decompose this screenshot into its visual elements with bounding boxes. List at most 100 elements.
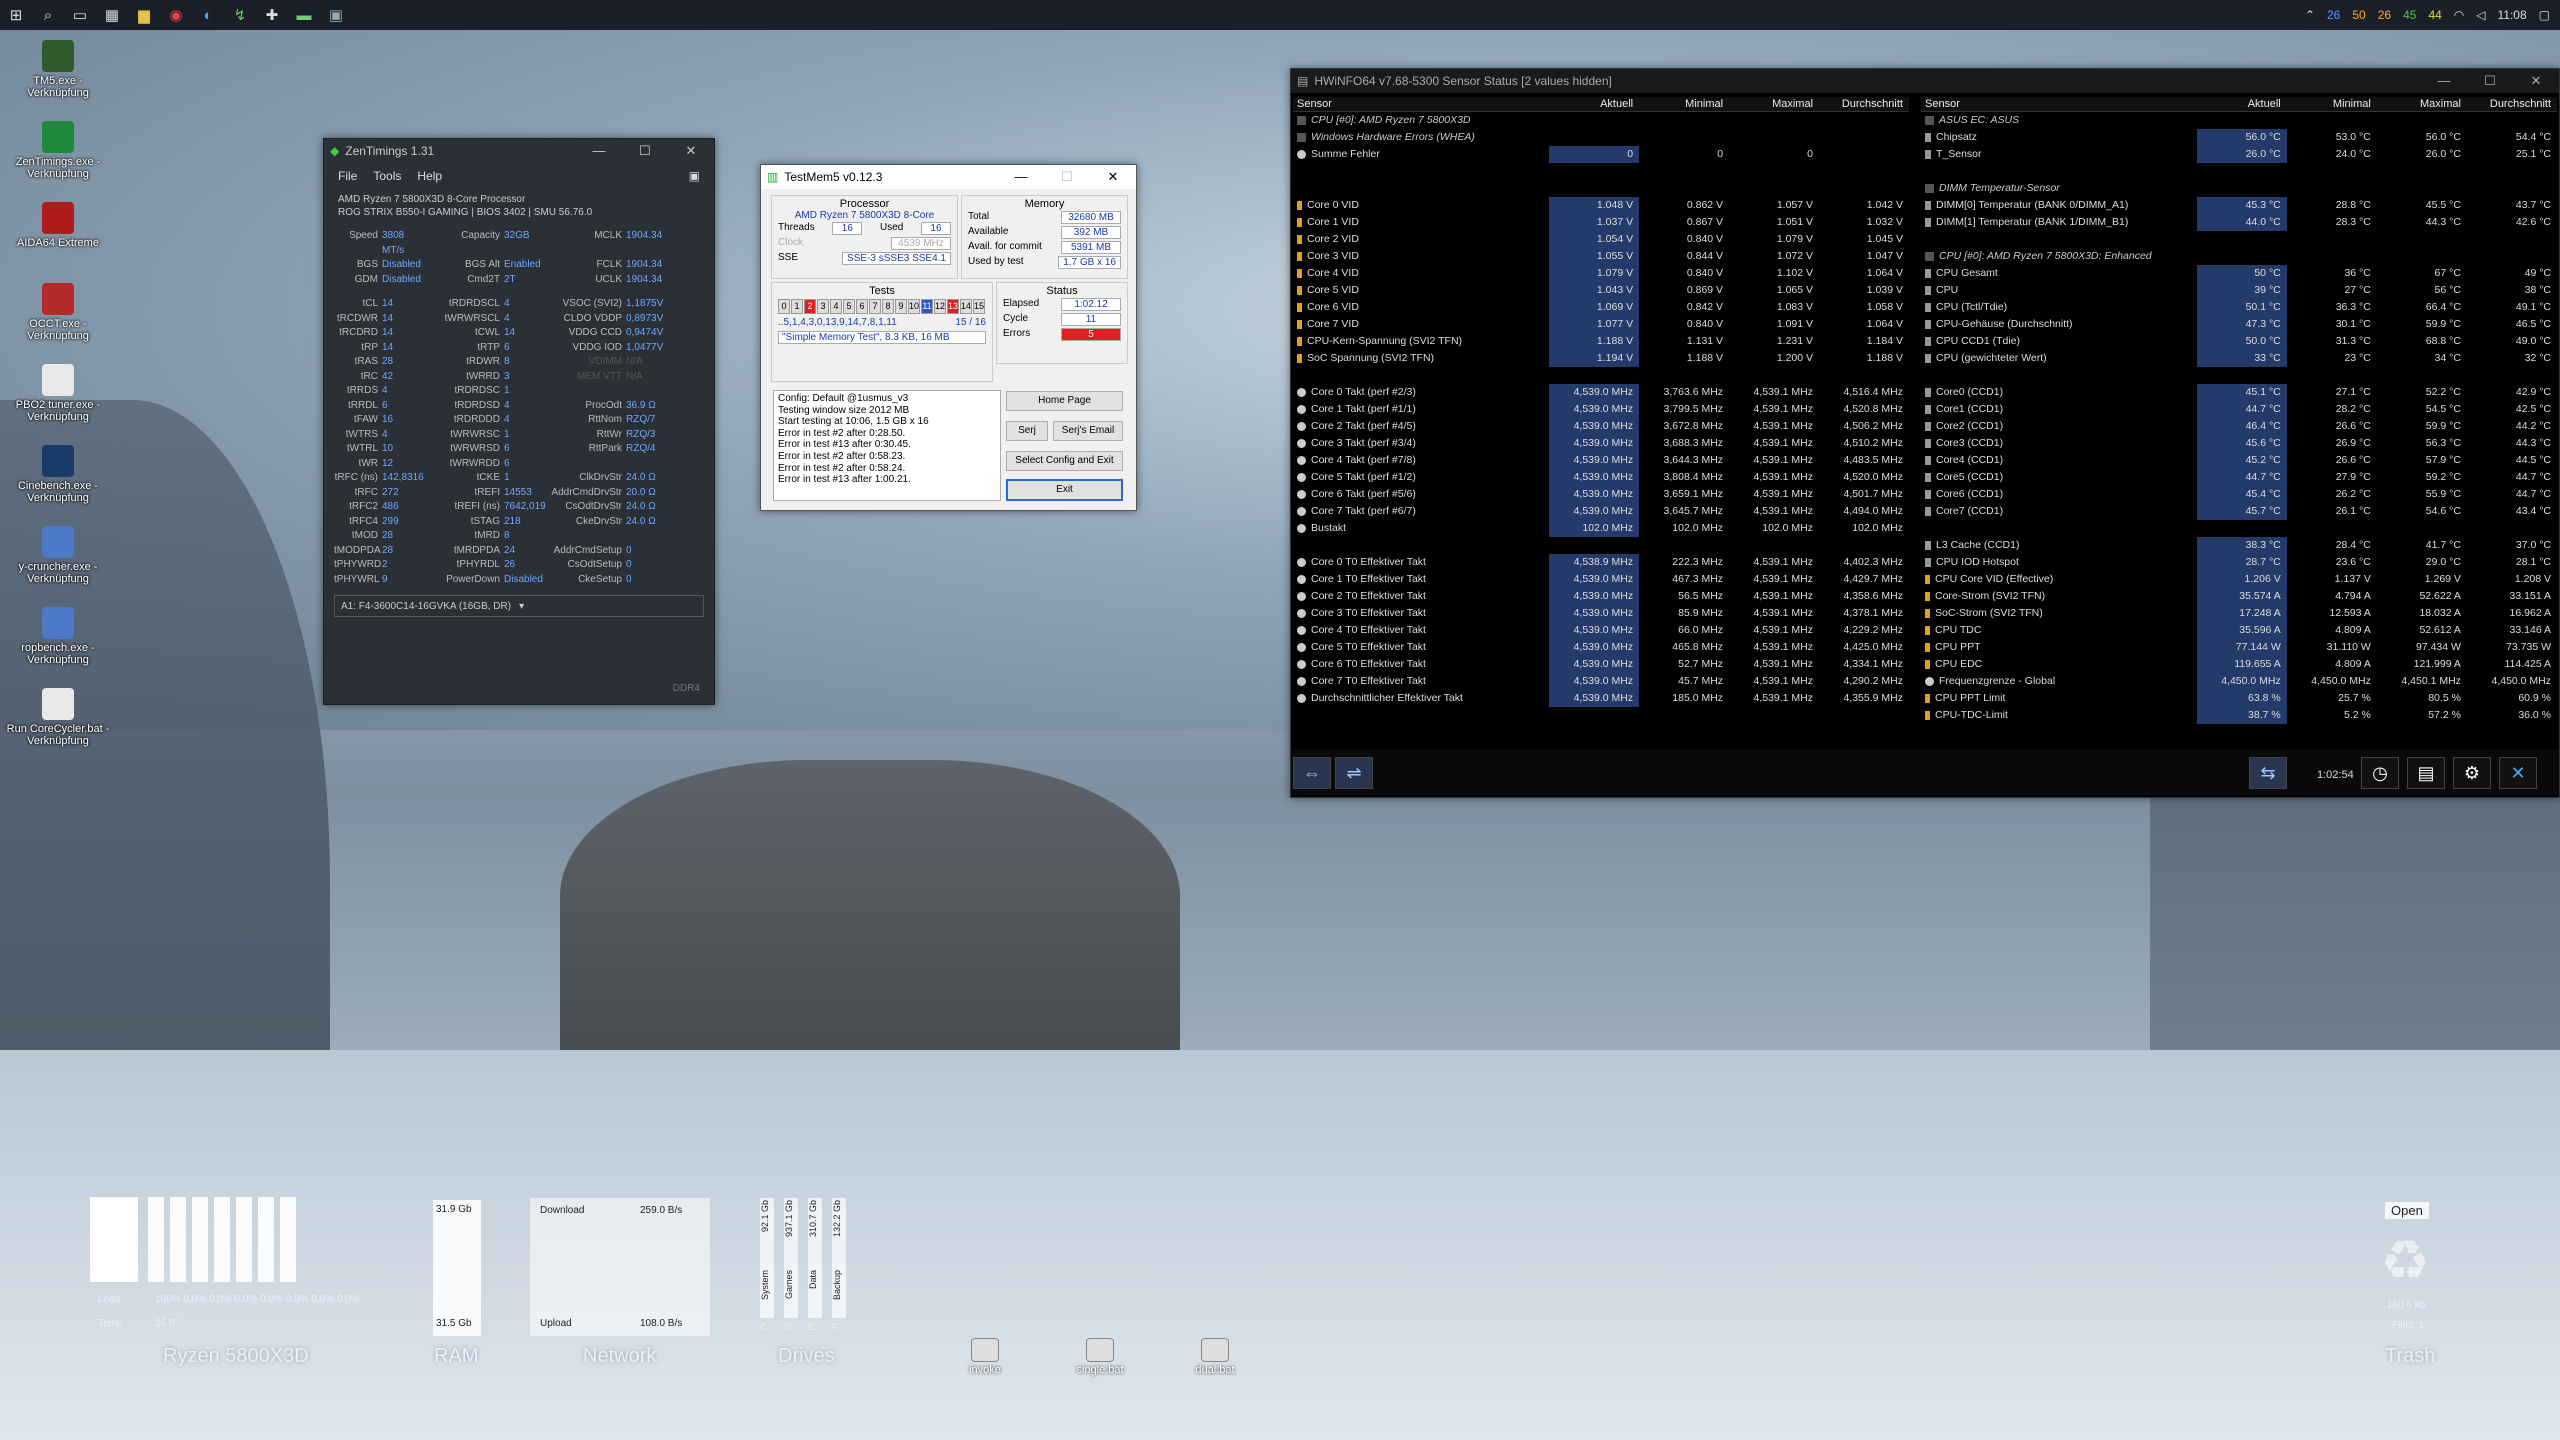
recycle-icon[interactable]: ♻	[2380, 1228, 2430, 1294]
file-explorer-icon[interactable]: ▆	[128, 0, 160, 30]
sensor-row[interactable]	[1293, 537, 1909, 554]
sensor-row[interactable]: CPU-Kern-Spannung (SVI2 TFN) 1.188 V 1.131…	[1293, 333, 1909, 350]
sensor-row[interactable]: ASUS EC: ASUS	[1921, 112, 2557, 129]
sensor-row[interactable]	[1921, 163, 2557, 180]
sensor-row[interactable]: Core 6 Takt (perf #5/6) 4,539.0 MHz 3,659.…	[1293, 486, 1909, 503]
sensor-row[interactable]: CPU EDC 119.655 A 4.809 A 121.999 A 114.425 …	[1921, 656, 2557, 673]
edge-icon[interactable]: ◐	[192, 0, 224, 30]
sensor-row[interactable]: CPU 39 °C 27 °C 56 °C 38 °C	[1921, 282, 2557, 299]
close-icon[interactable]: ✕	[1090, 169, 1136, 185]
sensor-row[interactable]: Core 6 T0 Effektiver Takt 4,539.0 MHz 52.7…	[1293, 656, 1909, 673]
sensor-row[interactable]: Core 1 VID 1.037 V 0.867 V 1.051 V 1.032 V	[1293, 214, 1909, 231]
desktop-icon[interactable]: AIDA64 Extreme	[6, 202, 110, 249]
sensor-row[interactable]: CPU Core VID (Effective) 1.206 V 1.137 V 1.…	[1921, 571, 2557, 588]
tray-value[interactable]: 44	[2428, 8, 2441, 22]
sensor-row[interactable]	[1921, 367, 2557, 384]
sensor-row[interactable]: Core 5 VID 1.043 V 0.869 V 1.065 V 1.039 V	[1293, 282, 1909, 299]
sensor-row[interactable]: Core4 (CCD1) 45.2 °C 26.6 °C 57.9 °C 44.5 °C	[1921, 452, 2557, 469]
dimm-select[interactable]: A1: F4-3600C14-16GVKA (16GB, DR) ▾	[334, 595, 704, 617]
sensor-row[interactable]: CPU TDC 35.596 A 4.809 A 52.612 A 33.146 A	[1921, 622, 2557, 639]
column-header[interactable]: Durchschnitt	[1819, 97, 1909, 111]
sensor-row[interactable]: Core 4 Takt (perf #7/8) 4,539.0 MHz 3,644.…	[1293, 452, 1909, 469]
column-header[interactable]: Aktuell	[2197, 97, 2287, 111]
sensor-row[interactable]: Core 3 Takt (perf #3/4) 4,539.0 MHz 3,688.…	[1293, 435, 1909, 452]
desktop-icon[interactable]: Cinebench.exe - Verknüpfung	[6, 445, 110, 504]
sensor-row[interactable]: CPU (gewichteter Wert) 33 °C 23 °C 34 °C 32 …	[1921, 350, 2557, 367]
desktop-icon[interactable]: TM5.exe - Verknüpfung	[6, 40, 110, 99]
tray-value[interactable]: 26	[2327, 8, 2340, 22]
close-icon[interactable]: ✕	[668, 143, 714, 159]
maximize-icon[interactable]: ☐	[622, 143, 668, 159]
sensor-row[interactable]: Core 5 T0 Effektiver Takt 4,539.0 MHz 465.…	[1293, 639, 1909, 656]
sensor-row[interactable]: Bustakt 102.0 MHz 102.0 MHz 102.0 MHz 102.0 …	[1293, 520, 1909, 537]
sensor-row[interactable]: DIMM[0] Temperatur (BANK 0/DIMM_A1) 45.3 …	[1921, 197, 2557, 214]
sensor-row[interactable]	[1921, 231, 2557, 248]
sensor-row[interactable]: Core-Strom (SVI2 TFN) 35.574 A 4.794 A 52.6…	[1921, 588, 2557, 605]
sensor-row[interactable]: L3 Cache (CCD1) 38.3 °C 28.4 °C 41.7 °C 37.0…	[1921, 537, 2557, 554]
serj-email-button[interactable]: Serj's Email	[1053, 421, 1123, 441]
sensor-row[interactable]: CPU (Tctl/Tdie) 50.1 °C 36.3 °C 66.4 °C 49.1…	[1921, 299, 2557, 316]
navigate-collapse-icon[interactable]: ⇌	[1335, 757, 1373, 789]
sensor-row[interactable]: Summe Fehler 0 0 0	[1293, 146, 1909, 163]
sensor-row[interactable]: Core 7 VID 1.077 V 0.840 V 1.091 V 1.064 V	[1293, 316, 1909, 333]
bottom-desktop-icon[interactable]: dual.bat	[1185, 1338, 1245, 1376]
sensor-row[interactable]: CPU [#0]: AMD Ryzen 7 5800X3D	[1293, 112, 1909, 129]
sensor-row[interactable]: Durchschnittlicher Effektiver Takt 4,539.…	[1293, 690, 1909, 707]
sensor-row[interactable]: Core 4 T0 Effektiver Takt 4,539.0 MHz 66.0…	[1293, 622, 1909, 639]
sensor-row[interactable]: Core 5 Takt (perf #1/2) 4,539.0 MHz 3,808.…	[1293, 469, 1909, 486]
search-icon[interactable]: ⌕	[32, 0, 64, 30]
menu-file[interactable]: File	[338, 169, 357, 183]
home-page-button[interactable]: Home Page	[1006, 391, 1123, 411]
clock[interactable]: 11:08	[2498, 8, 2527, 22]
widgets-icon[interactable]: ▦	[96, 0, 128, 30]
desktop-icon[interactable]: y-cruncher.exe - Verknüpfung	[6, 526, 110, 585]
sensor-row[interactable]: T_Sensor 26.0 °C 24.0 °C 26.0 °C 25.1 °C	[1921, 146, 2557, 163]
sensor-row[interactable]: Core 2 VID 1.054 V 0.840 V 1.079 V 1.045 V	[1293, 231, 1909, 248]
sensor-row[interactable]: Chipsatz 56.0 °C 53.0 °C 56.0 °C 54.4 °C	[1921, 129, 2557, 146]
sensor-row[interactable]: Core 3 VID 1.055 V 0.844 V 1.072 V 1.047 V	[1293, 248, 1909, 265]
zentimings-titlebar[interactable]: ◆ ZenTimings 1.31 — ☐ ✕	[324, 139, 714, 163]
sensor-row[interactable]: SoC Spannung (SVI2 TFN) 1.194 V 1.188 V 1.2…	[1293, 350, 1909, 367]
column-header[interactable]: Maximal	[2377, 97, 2467, 111]
windows-start-icon[interactable]: ⊞	[0, 0, 32, 30]
sensor-row[interactable]: Core 1 T0 Effektiver Takt 4,539.0 MHz 467.…	[1293, 571, 1909, 588]
close-icon[interactable]: ✕	[2513, 73, 2559, 89]
navigate-left-icon[interactable]: ⇔	[1293, 757, 1331, 789]
maximize-icon[interactable]: ☐	[2467, 73, 2513, 89]
chevron-up-icon[interactable]: ⌃	[2305, 8, 2315, 22]
desktop-icon[interactable]: Run CoreCycler.bat - Verknüpfung	[6, 688, 110, 747]
sensor-row[interactable]	[1293, 367, 1909, 384]
tray-value[interactable]: 45	[2403, 8, 2416, 22]
sensor-row[interactable]: Core 7 Takt (perf #6/7) 4,539.0 MHz 3,645.…	[1293, 503, 1909, 520]
column-header[interactable]: Aktuell	[1549, 97, 1639, 111]
exit-button[interactable]: Exit	[1006, 479, 1123, 501]
select-config-button[interactable]: Select Config and Exit	[1006, 451, 1123, 471]
notification-icon[interactable]: ▢	[2539, 8, 2550, 22]
trash-open-button[interactable]: Open	[2385, 1202, 2429, 1219]
sensor-row[interactable]: Core 2 Takt (perf #4/5) 4,539.0 MHz 3,672.…	[1293, 418, 1909, 435]
app-taskbar-icon[interactable]: ✚	[256, 0, 288, 30]
sensor-row[interactable]: DIMM Temperatur-Sensor	[1921, 180, 2557, 197]
sensor-row[interactable]: Core 4 VID 1.079 V 0.840 V 1.102 V 1.064 V	[1293, 265, 1909, 282]
testmem-taskbar-icon[interactable]: ▣	[320, 0, 352, 30]
sensor-row[interactable]: Core 1 Takt (perf #1/1) 4,539.0 MHz 3,799.…	[1293, 401, 1909, 418]
sensor-row[interactable]: CPU-TDC-Limit 38.7 % 5.2 % 57.2 % 36.0 %	[1921, 707, 2557, 724]
sensor-row[interactable]: Core2 (CCD1) 46.4 °C 26.6 °C 59.9 °C 44.2 °C	[1921, 418, 2557, 435]
sensor-row[interactable]: Core6 (CCD1) 45.4 °C 26.2 °C 55.9 °C 44.7 °C	[1921, 486, 2557, 503]
minimize-icon[interactable]: —	[2421, 73, 2467, 89]
desktop-icon[interactable]: ropbench.exe - Verknüpfung	[6, 607, 110, 666]
report-icon[interactable]: ▤	[2407, 757, 2445, 789]
clock-icon[interactable]: ◷	[2361, 757, 2399, 789]
sensor-row[interactable]: Core 0 VID 1.048 V 0.862 V 1.057 V 1.042 V	[1293, 197, 1909, 214]
sensor-row[interactable]: Core3 (CCD1) 45.6 °C 26.9 °C 56.3 °C 44.3 °C	[1921, 435, 2557, 452]
sensor-row[interactable]: Windows Hardware Errors (WHEA)	[1293, 129, 1909, 146]
volume-icon[interactable]: ◁	[2476, 8, 2485, 22]
settings-gear-icon[interactable]: ⚙	[2453, 757, 2491, 789]
desktop-icon[interactable]: ZenTimings.exe - Verknüpfung	[6, 121, 110, 180]
sensor-row[interactable]: DIMM[1] Temperatur (BANK 1/DIMM_B1) 44.0 …	[1921, 214, 2557, 231]
menu-help[interactable]: Help	[417, 169, 442, 183]
sensor-row[interactable]	[1293, 163, 1909, 180]
sensor-row[interactable]: CPU PPT Limit 63.8 % 25.7 % 80.5 % 60.9 %	[1921, 690, 2557, 707]
column-header[interactable]: Maximal	[1729, 97, 1819, 111]
serj-button[interactable]: Serj	[1006, 421, 1048, 441]
